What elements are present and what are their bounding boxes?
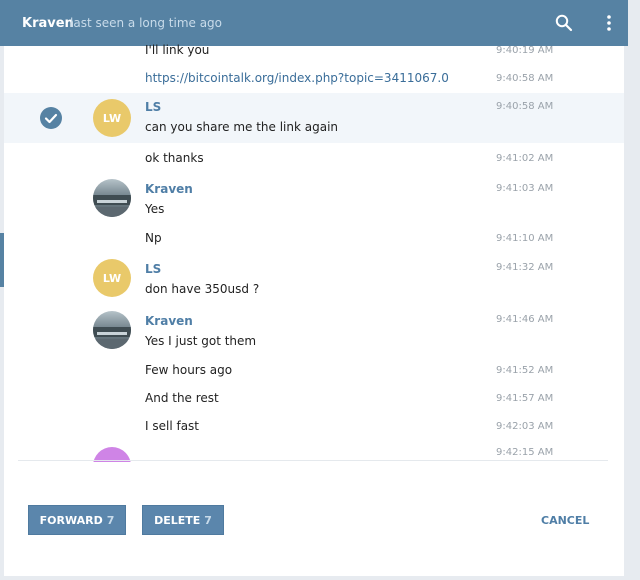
message-time: 9:40:19 AM (496, 45, 554, 56)
message-row[interactable]: And the rest 9:41:57 AM (4, 388, 624, 412)
message-text: I'll link you (145, 43, 210, 57)
message-row[interactable]: 9:42:15 AM (4, 442, 624, 462)
avatar[interactable]: LW (93, 99, 131, 137)
message-row[interactable]: Np 9:41:10 AM (4, 228, 624, 252)
message-row[interactable]: I'll link you 9:40:19 AM (4, 43, 624, 72)
message-author[interactable]: Kraven (145, 314, 193, 328)
message-list: I'll link you 9:40:19 AM https://bitcoin… (4, 43, 624, 576)
message-time: 9:41:32 AM (496, 262, 554, 273)
contact-status: last seen a long time ago (70, 16, 223, 30)
message-time: 9:41:57 AM (496, 393, 554, 404)
message-text: Np (145, 231, 162, 245)
message-time: 9:40:58 AM (496, 73, 554, 84)
avatar[interactable] (93, 311, 131, 349)
forward-label: FORWARD (39, 513, 103, 527)
message-author[interactable]: LS (145, 100, 161, 114)
message-row[interactable]: Kraven Yes I just got them 9:41:46 AM (4, 308, 624, 358)
message-time: 9:41:02 AM (496, 153, 554, 164)
contact-name[interactable]: Kraven (22, 16, 74, 31)
more-vertical-icon[interactable] (600, 14, 618, 32)
message-text: ok thanks (145, 151, 204, 165)
message-row[interactable]: Few hours ago 9:41:52 AM (4, 360, 624, 384)
delete-count: 7 (204, 513, 212, 527)
message-time: 9:40:58 AM (496, 101, 554, 112)
cancel-button[interactable]: CANCEL (541, 514, 589, 527)
delete-label: DELETE (154, 513, 201, 527)
message-row[interactable]: Kraven Yes 9:41:03 AM (4, 175, 624, 225)
message-time: 9:41:52 AM (496, 365, 554, 376)
message-row[interactable]: ok thanks 9:41:02 AM (4, 147, 624, 171)
message-time: 9:41:10 AM (496, 233, 554, 244)
message-author[interactable]: LS (145, 262, 161, 276)
message-text: Few hours ago (145, 363, 233, 377)
avatar[interactable]: LW (93, 259, 131, 297)
message-text: don have 350usd ? (145, 282, 260, 296)
avatar[interactable] (93, 179, 131, 217)
message-text: Yes I just got them (145, 334, 257, 348)
bottom-strip (0, 576, 640, 580)
message-time: 9:42:15 AM (496, 447, 554, 458)
message-author[interactable]: Kraven (145, 182, 193, 196)
chat-header: Kraven last seen a long time ago (0, 0, 628, 46)
footer-divider (18, 460, 608, 461)
message-row[interactable]: LW LS don have 350usd ? 9:41:32 AM (4, 256, 624, 306)
message-text: Yes (145, 202, 165, 216)
message-link[interactable]: https://bitcointalk.org/index.php?topic=… (145, 71, 449, 85)
delete-button[interactable]: DELETE 7 (142, 505, 224, 535)
message-text: I sell fast (145, 419, 200, 433)
forward-button[interactable]: FORWARD 7 (28, 505, 126, 535)
message-time: 9:42:03 AM (496, 421, 554, 432)
message-text: And the rest (145, 391, 219, 405)
message-time: 9:41:46 AM (496, 314, 554, 325)
message-row[interactable]: I sell fast 9:42:03 AM (4, 416, 624, 440)
message-row-selected[interactable]: LW LS can you share me the link again 9:… (4, 93, 624, 143)
forward-count: 7 (106, 513, 115, 527)
message-row[interactable]: https://bitcointalk.org/index.php?topic=… (4, 71, 624, 92)
message-time: 9:41:03 AM (496, 183, 554, 194)
selected-check-icon[interactable] (40, 107, 62, 129)
search-icon[interactable] (555, 14, 573, 32)
message-text: can you share me the link again (145, 120, 339, 134)
